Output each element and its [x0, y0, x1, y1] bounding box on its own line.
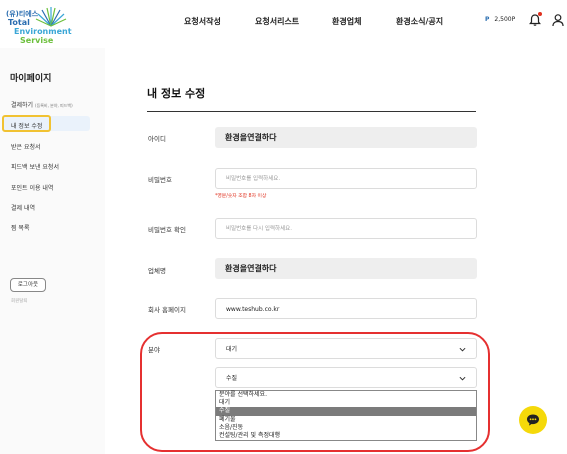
- id-label: 아이디: [148, 135, 166, 143]
- sidebar-title: 마이페이지: [10, 74, 52, 84]
- sidebar-item-payment[interactable]: 결제하기 (등록비, 분야, 피드백): [11, 100, 73, 109]
- id-field: 환경을연결하다: [215, 127, 477, 148]
- nav-request-list[interactable]: 요청서리스트: [255, 16, 299, 27]
- password-field[interactable]: 비밀번호를 입력하세요.: [215, 168, 477, 189]
- sidebar-item-point-history[interactable]: 포인트 이용 내역: [11, 183, 53, 192]
- chat-icon: [527, 414, 539, 426]
- password-confirm-label: 비밀번호 확인: [148, 226, 186, 234]
- homepage-label: 회사 홈페이지: [148, 306, 186, 314]
- chat-button[interactable]: [519, 406, 547, 434]
- password-confirm-field[interactable]: 비밀번호를 다시 입력하세요.: [215, 218, 477, 239]
- sidebar-item-wishlist[interactable]: 찜 목록: [11, 223, 29, 232]
- notification-dot: [538, 12, 542, 16]
- header: (유)티에스 Total Environment Servise 요청서작성 요…: [0, 0, 567, 48]
- point-symbol: P: [485, 16, 490, 23]
- sidebar-item-payment-history[interactable]: 결제 내역: [11, 203, 35, 212]
- logout-button[interactable]: 로그아웃: [10, 278, 46, 292]
- company-field: 환경을연결하다: [215, 258, 477, 279]
- point-value: 2,500P: [494, 16, 516, 23]
- sidebar-item-label: 결제하기: [11, 102, 34, 109]
- sidebar-item-received-requests[interactable]: 받은 요청서: [11, 142, 41, 151]
- sidebar-item-note: (등록비, 분야, 피드백): [35, 103, 73, 108]
- logo[interactable]: (유)티에스 Total Environment Servise: [4, 4, 72, 45]
- logo-text-environment: Environment: [14, 27, 72, 36]
- sidebar-active-outline: [2, 115, 51, 132]
- company-label: 업체명: [148, 267, 166, 275]
- point-balance[interactable]: P 2,500P: [485, 16, 515, 23]
- homepage-field[interactable]: www.teshub.co.kr: [215, 298, 477, 319]
- page: (유)티에스 Total Environment Servise 요청서작성 요…: [0, 0, 567, 454]
- sidebar-item-feedback-sent[interactable]: 피드백 보낸 요청서: [11, 162, 59, 171]
- password-label: 비밀번호: [148, 176, 172, 184]
- logo-text-total: Total: [8, 18, 30, 27]
- highlight-annotation: [140, 332, 490, 452]
- title-divider: [147, 111, 476, 112]
- sidebar: 마이페이지 결제하기 (등록비, 분야, 피드백) 내 정보 수정 받은 요청서…: [0, 48, 105, 454]
- nav-request-write[interactable]: 요청서작성: [184, 16, 221, 27]
- logo-text-servise: Servise: [20, 36, 54, 45]
- user-icon[interactable]: [551, 13, 565, 27]
- nav-env-companies[interactable]: 환경업체: [332, 16, 361, 27]
- logo-sunburst-icon: [35, 7, 67, 27]
- page-title: 내 정보 수정: [147, 87, 206, 100]
- password-hint: *영문/숫자 조합 8자 이상: [215, 194, 267, 199]
- withdraw-link[interactable]: 회원탈퇴: [11, 298, 28, 304]
- nav-env-news[interactable]: 환경소식/공지: [396, 16, 443, 27]
